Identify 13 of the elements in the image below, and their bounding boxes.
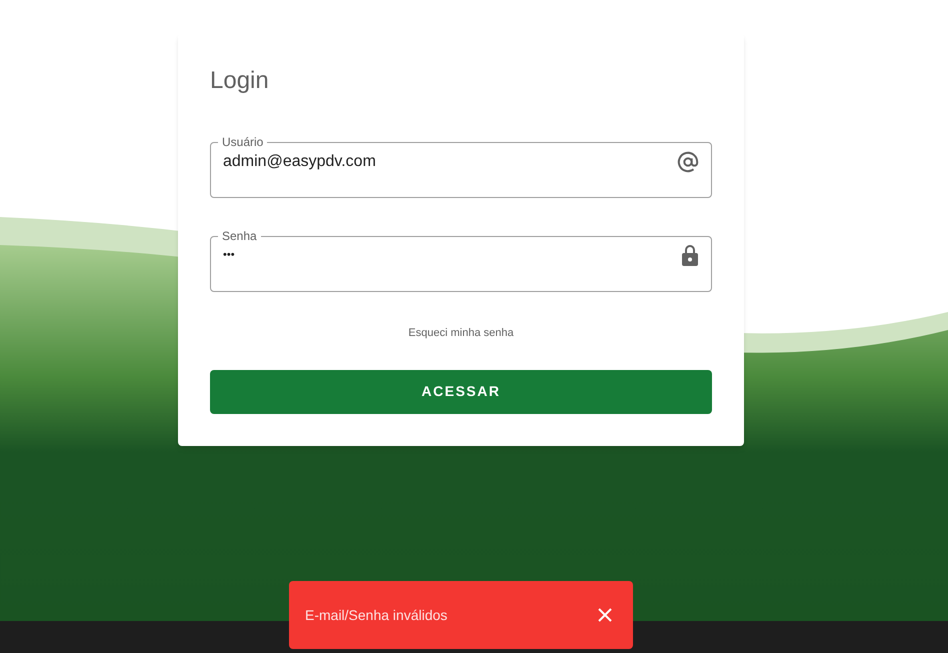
field-value: ••• (223, 248, 236, 263)
forgot-password-link[interactable]: Esqueci minha senha (408, 325, 514, 342)
field-label: Senha (221, 228, 258, 244)
at-sign-icon (677, 151, 699, 173)
text-field[interactable]: Senha ••• (210, 228, 712, 292)
close-icon (597, 607, 613, 623)
lock-icon (681, 244, 699, 266)
field-value: admin@easypdv.com (223, 152, 377, 172)
submit-button[interactable]: ACESSAR (210, 370, 712, 414)
toast-message: E-mail/Senha inválidos (305, 606, 448, 624)
text-field[interactable]: Usuário admin@easypdv.com (210, 134, 712, 198)
card-title: Login (210, 67, 270, 95)
field-label: Usuário (221, 134, 264, 150)
